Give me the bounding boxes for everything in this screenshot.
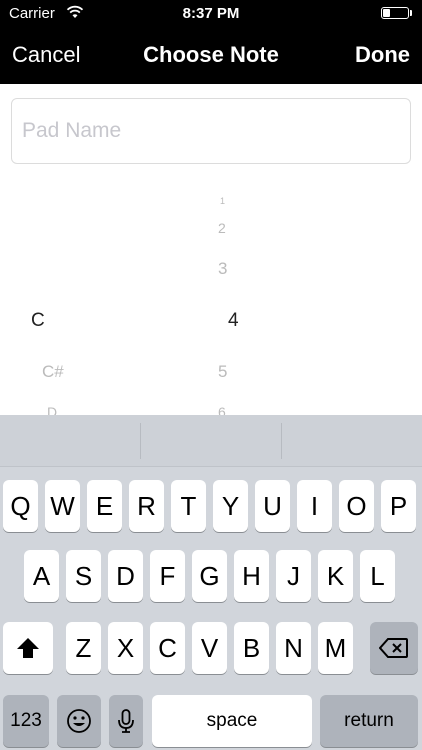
key-b[interactable]: B (234, 622, 269, 674)
status-time: 8:37 PM (182, 5, 240, 22)
key-k[interactable]: K (318, 550, 353, 602)
key-j[interactable]: J (276, 550, 311, 602)
key-i[interactable]: I (297, 480, 332, 532)
octave-option[interactable]: 2 (218, 220, 226, 236)
key-z[interactable]: Z (66, 622, 101, 674)
key-c[interactable]: C (150, 622, 185, 674)
key-x[interactable]: X (108, 622, 143, 674)
key-d[interactable]: D (108, 550, 143, 602)
done-button[interactable]: Done (355, 42, 410, 68)
emoji-icon (67, 709, 91, 733)
numbers-key[interactable]: 123 (3, 695, 49, 747)
emoji-key[interactable] (57, 695, 101, 747)
key-y[interactable]: Y (213, 480, 248, 532)
backspace-icon (379, 638, 408, 658)
note-picker[interactable]: C C# D 1 2 3 4 5 6 (0, 180, 422, 415)
key-r[interactable]: R (129, 480, 164, 532)
octave-option[interactable]: 4 (228, 310, 239, 332)
battery-icon (381, 7, 409, 19)
microphone-key[interactable] (109, 695, 143, 747)
octave-option[interactable]: 6 (218, 404, 226, 415)
key-g[interactable]: G (192, 550, 227, 602)
key-t[interactable]: T (171, 480, 206, 532)
key-f[interactable]: F (150, 550, 185, 602)
key-e[interactable]: E (87, 480, 122, 532)
octave-option[interactable]: 3 (218, 259, 227, 279)
key-n[interactable]: N (276, 622, 311, 674)
note-option[interactable]: C# (42, 362, 64, 382)
status-bar: Carrier 8:37 PM (0, 0, 422, 28)
key-s[interactable]: S (66, 550, 101, 602)
shift-arrow-icon (17, 638, 39, 658)
battery-tip (410, 10, 412, 16)
key-q[interactable]: Q (3, 480, 38, 532)
octave-option[interactable]: 5 (218, 362, 227, 382)
octave-option[interactable]: 1 (220, 196, 225, 206)
microphone-icon (118, 709, 134, 733)
key-u[interactable]: U (255, 480, 290, 532)
key-w[interactable]: W (45, 480, 80, 532)
key-v[interactable]: V (192, 622, 227, 674)
key-m[interactable]: M (318, 622, 353, 674)
key-o[interactable]: O (339, 480, 374, 532)
key-l[interactable]: L (360, 550, 395, 602)
keyboard: Q W E R T Y U I O P A S D F G H J K L Z … (0, 415, 422, 750)
return-key[interactable]: return (320, 695, 418, 747)
suggestion-bar (0, 415, 422, 467)
key-p[interactable]: P (381, 480, 416, 532)
pad-name-input[interactable] (11, 98, 411, 164)
key-h[interactable]: H (234, 550, 269, 602)
shift-key[interactable] (3, 622, 53, 674)
nav-bar: Cancel Choose Note Done (0, 28, 422, 84)
note-option[interactable]: D (47, 404, 57, 415)
key-a[interactable]: A (24, 550, 59, 602)
space-key[interactable]: space (152, 695, 312, 747)
delete-key[interactable] (370, 622, 418, 674)
note-option[interactable]: C (31, 310, 45, 332)
